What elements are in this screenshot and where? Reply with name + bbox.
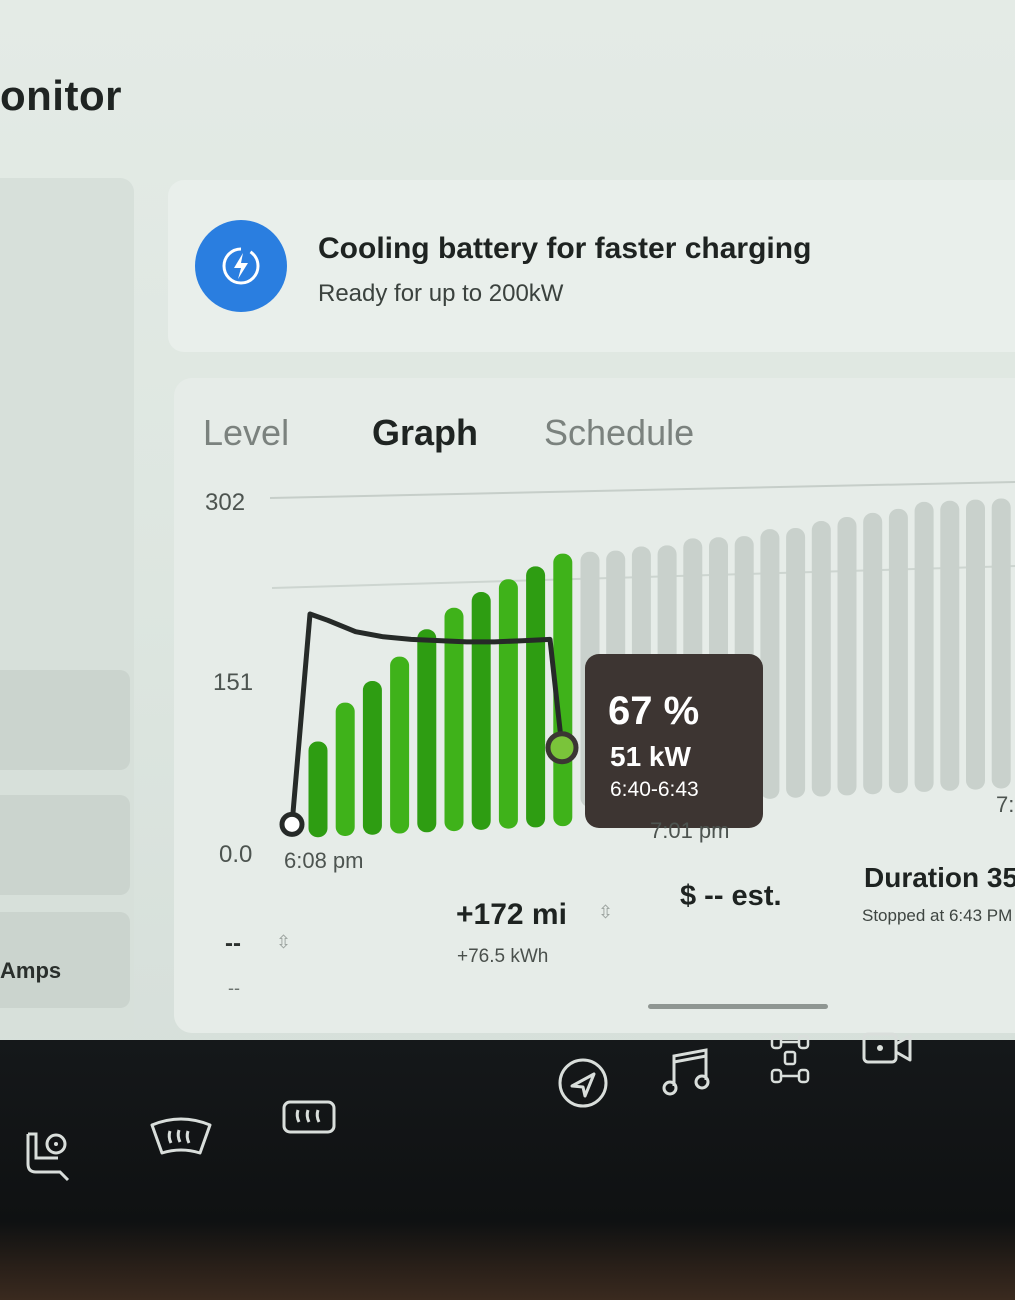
bar-projected	[991, 498, 1011, 789]
current-sub: --	[228, 978, 240, 998]
x-tick-label: 7:01 pm	[650, 818, 730, 843]
dock-bar-area	[0, 1040, 1015, 1300]
bar-projected	[888, 508, 908, 794]
navigate-icon[interactable]	[556, 1056, 610, 1110]
bar-completed	[308, 741, 328, 838]
x-tick-label: 7:	[996, 792, 1014, 817]
bar-projected	[914, 501, 934, 792]
dock-handle[interactable]	[648, 1004, 828, 1009]
bar-completed	[390, 656, 410, 834]
music-icon[interactable]	[660, 1044, 716, 1100]
bar-completed	[526, 566, 546, 828]
bar-projected	[863, 512, 883, 795]
bar-projected	[786, 527, 806, 798]
range-updown-icon[interactable]: ⇳	[598, 902, 613, 923]
grid-line-top	[269, 481, 1015, 499]
current-value: --	[225, 930, 241, 957]
seat-fan-icon[interactable]	[20, 1128, 76, 1184]
bar-projected	[966, 499, 985, 790]
bar-completed	[335, 702, 355, 836]
duration: Duration 35	[864, 862, 1015, 893]
range-added: +172 mi	[456, 898, 567, 931]
curve-end-marker	[545, 731, 579, 765]
charging-screen: onitor Amps Cooling battery for faster c…	[0, 0, 1015, 1085]
tooltip-time: 6:40-6:43	[610, 778, 699, 801]
bar-projected	[837, 516, 857, 796]
tooltip-percent: 67 %	[608, 689, 699, 733]
energy-added: +76.5 kWh	[457, 946, 549, 967]
y-tick-label: 0.0	[219, 841, 252, 868]
current-updown-icon[interactable]: ⇳	[276, 932, 291, 953]
bar-projected	[940, 500, 960, 791]
rear-defrost-icon[interactable]	[280, 1098, 338, 1142]
stopped-time: Stopped at 6:43 PM	[862, 906, 1013, 925]
cost-estimate: $ -- est.	[680, 880, 782, 912]
x-tick-label: 6:08 pm	[284, 848, 364, 873]
bar-completed	[362, 681, 382, 835]
curve-start-marker	[279, 811, 305, 837]
bar-projected	[811, 521, 831, 797]
y-tick-label: 151	[213, 669, 253, 696]
y-tick-label: 302	[205, 489, 245, 516]
bar-completed	[471, 592, 491, 830]
apps-icon[interactable]	[766, 1030, 814, 1088]
charging-chart: 67 % 51 kW 6:40-6:43 302 151 0.0 6:08 pm 7:01 …	[205, 481, 1015, 873]
dashcam-icon[interactable]	[860, 1028, 914, 1068]
bar-projected	[760, 529, 780, 799]
tooltip-power: 51 kW	[610, 741, 691, 772]
front-defrost-icon[interactable]	[148, 1115, 214, 1159]
bar-completed	[417, 629, 437, 833]
bar-completed	[498, 579, 518, 829]
